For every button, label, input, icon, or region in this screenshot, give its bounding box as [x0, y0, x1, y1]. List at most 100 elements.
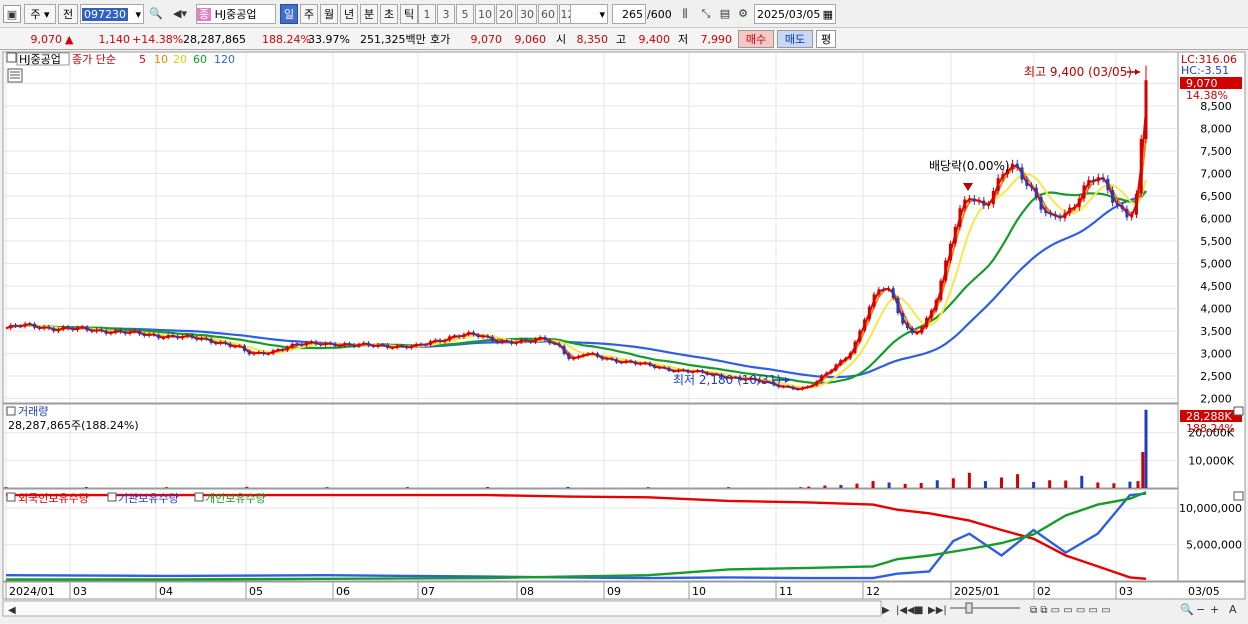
scroll-right-icon[interactable]: ▶ [882, 605, 890, 616]
stock-name: HJ중공업 [214, 8, 257, 21]
candle-body [104, 330, 108, 334]
volume-close-icon[interactable] [1233, 406, 1244, 416]
legend-foreign: 외국인보유수량 [18, 492, 89, 505]
volume-bar [839, 484, 843, 488]
candle-body [567, 353, 571, 360]
candle-body [90, 330, 94, 332]
candle-body [443, 340, 447, 342]
candle-body [948, 243, 952, 261]
interval-button[interactable]: 60 [538, 4, 558, 24]
period-button[interactable]: 주 [300, 4, 318, 24]
candle-body [834, 364, 838, 371]
zoom-out-icon[interactable]: − [1196, 603, 1205, 616]
volume-bar [646, 487, 650, 488]
first-icon[interactable]: |◀◀ [896, 605, 915, 616]
open-label: 시 [556, 33, 567, 46]
candle-body [118, 330, 122, 332]
candle-body [1039, 197, 1043, 210]
period-button[interactable]: 틱 [400, 4, 418, 24]
zoom-slider-handle[interactable] [965, 602, 973, 614]
period-button[interactable]: 일 [280, 4, 298, 24]
interval-button[interactable]: 20 [496, 4, 516, 24]
candle-body [1063, 212, 1067, 219]
holding-checkbox-3[interactable] [194, 492, 204, 502]
candle-body [309, 341, 313, 343]
save-icon[interactable]: ▤ [716, 5, 734, 23]
interval-button[interactable]: 3 [437, 4, 455, 24]
period-button[interactable]: 분 [360, 4, 378, 24]
candle-body [357, 344, 361, 347]
sell-button[interactable]: 매도 [777, 30, 813, 48]
volume-bar [983, 481, 987, 488]
candle-body [786, 386, 790, 388]
zoom-in-icon[interactable]: + [1210, 603, 1219, 616]
search-icon[interactable]: 🔍 [147, 5, 165, 23]
candle-body [500, 340, 504, 343]
market-select[interactable]: 주 ▾ [24, 4, 56, 24]
candle-body [648, 362, 652, 366]
candle-body [1087, 179, 1091, 186]
interval-button[interactable]: 30 [517, 4, 537, 24]
holding-checkbox[interactable] [6, 492, 16, 502]
code-value: 097230 [82, 8, 128, 21]
period-button[interactable]: 초 [380, 4, 398, 24]
legend-checkbox[interactable] [6, 52, 17, 63]
avg-button[interactable]: 평 [816, 30, 836, 48]
price-tick-label: 2,000 [1200, 393, 1232, 406]
volume-bar [903, 483, 907, 488]
candle-body [190, 334, 194, 338]
candle-body [347, 343, 351, 345]
gear-icon[interactable]: ⚙ [734, 5, 752, 23]
buy-button[interactable]: 매수 [738, 30, 774, 48]
candle-body [204, 338, 208, 340]
volume-bar [1112, 483, 1116, 488]
candle-body [66, 326, 70, 329]
scroll-left-icon[interactable]: ◀ [8, 605, 16, 616]
speaker-icon[interactable]: ◀▾ [166, 5, 194, 23]
calendar-icon[interactable]: ▦ [823, 5, 833, 23]
period-button[interactable]: 월 [320, 4, 338, 24]
date-input[interactable]: 2025/03/05 ▦ [754, 4, 836, 24]
candle-body [519, 339, 523, 343]
price-tick-label: 7,000 [1200, 168, 1232, 181]
volume-bar [967, 472, 971, 488]
draw-icon[interactable]: ⤡ [697, 5, 715, 23]
scrollbar-track[interactable] [2, 600, 882, 617]
prev-button[interactable]: 전 [58, 4, 78, 24]
code-input[interactable]: 097230 ▾ [80, 4, 144, 24]
candle-body [271, 350, 275, 354]
candle-body [820, 375, 824, 382]
last-icon[interactable]: ▶▶| [928, 605, 947, 616]
candle-body [915, 333, 919, 335]
stock-chart[interactable]: 9,0008,5008,0007,5007,0006,5006,0005,500… [0, 51, 1248, 621]
candle-body [324, 343, 328, 346]
window-icons[interactable]: ⧉ ⧉ ▭ ▭ ▭ ▭ ▭ [1030, 605, 1111, 616]
candle-body [839, 360, 843, 365]
range-select[interactable]: ▾ [570, 4, 608, 24]
holding-close-icon[interactable] [1233, 491, 1244, 501]
volume-bar [799, 487, 803, 488]
layout-icon[interactable]: ▣ [3, 5, 21, 23]
stop-icon[interactable]: ■ [914, 605, 923, 616]
interval-button[interactable]: 10 [475, 4, 495, 24]
candle-body [1101, 177, 1105, 179]
volume-bar [405, 487, 409, 488]
candle-icon[interactable]: ⫼ [676, 5, 694, 23]
interval-button[interactable]: 5 [456, 4, 474, 24]
holding-checkbox-2[interactable] [107, 492, 117, 502]
candle-body [166, 335, 170, 338]
candle-body [9, 324, 13, 329]
count-input[interactable]: 265 [612, 4, 646, 24]
zoom-icon[interactable]: 🔍 [1180, 602, 1194, 616]
volume-bar [935, 480, 939, 488]
stock-name-field[interactable]: 종 HJ중공업 [196, 4, 276, 24]
candle-body [982, 200, 986, 206]
interval-button[interactable]: 1 [418, 4, 436, 24]
font-size-icon[interactable]: A [1229, 603, 1237, 616]
candle-body [886, 288, 890, 290]
candle-body [863, 319, 867, 331]
candle-body [600, 356, 604, 360]
candle-body [925, 317, 929, 328]
period-button[interactable]: 년 [340, 4, 358, 24]
volume-checkbox[interactable] [6, 406, 16, 416]
